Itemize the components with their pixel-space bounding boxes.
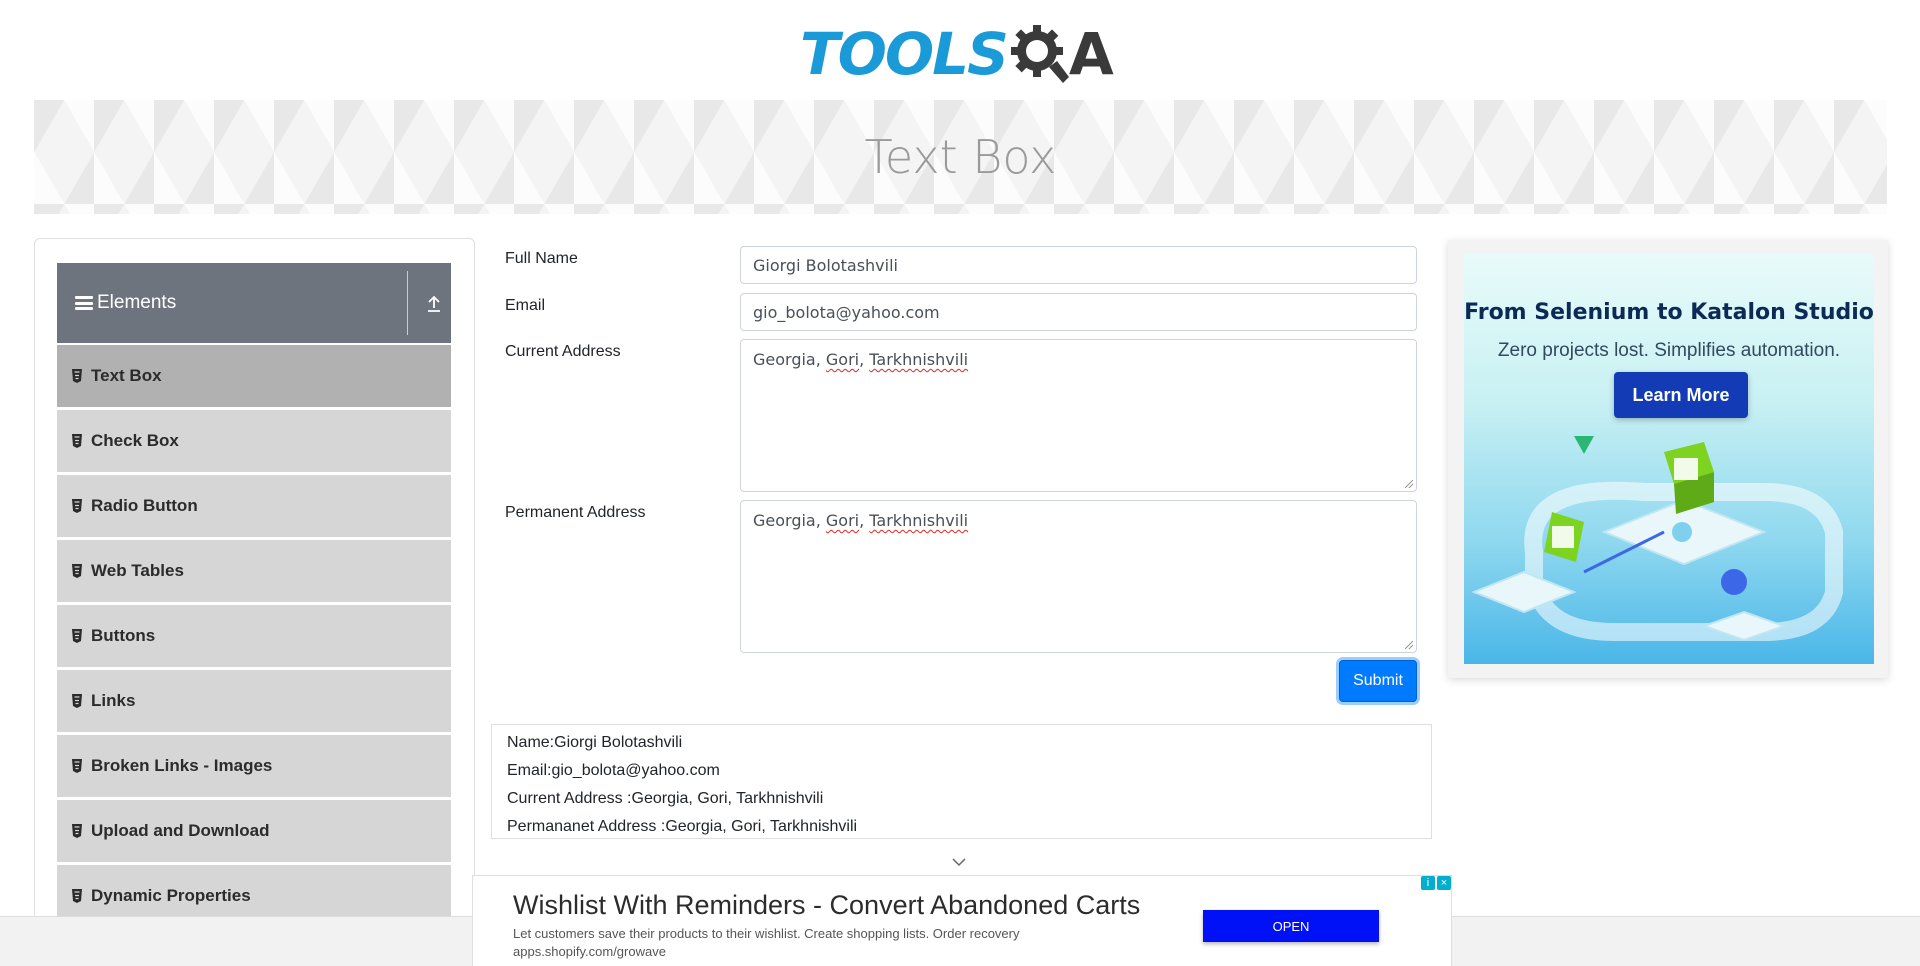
sidebar-item-broken-links-images[interactable]: Broken Links - Images	[57, 735, 451, 797]
ad-subheading: Zero projects lost. Simplifies automatio…	[1497, 340, 1841, 361]
info-icon[interactable]: i	[1421, 876, 1435, 890]
html5-icon	[72, 499, 82, 513]
sidebar-item-radio-button[interactable]: Radio Button	[57, 475, 451, 537]
email-input[interactable]: gio_bolota@yahoo.com	[740, 293, 1417, 331]
sidebar-item-label: Buttons	[91, 626, 156, 645]
sidebar-item-label: Radio Button	[91, 496, 198, 515]
sidebar-item-label: Web Tables	[91, 561, 184, 580]
open-button[interactable]: OPEN	[1203, 910, 1379, 942]
email-label: Email	[505, 297, 546, 314]
sidebar-item-buttons[interactable]: Buttons	[57, 605, 451, 667]
full-name-value: Giorgi Bolotashvili	[753, 255, 898, 275]
ad-creative: From Selenium to Katalon Studio Zero pro…	[1464, 254, 1874, 664]
group-title: Elements	[97, 292, 177, 313]
bottom-ad-title[interactable]: Wishlist With Reminders - Convert Abando…	[513, 890, 1140, 921]
close-icon[interactable]: ×	[1437, 876, 1451, 890]
permanent-address-textarea[interactable]: Georgia, Gori, Tarkhnishvili	[740, 500, 1417, 653]
resize-grip-icon[interactable]	[1405, 641, 1413, 649]
toolsqa-logo[interactable]: TOOLS A	[800, 18, 1130, 90]
sidebar-item-web-tables[interactable]: Web Tables	[57, 540, 451, 602]
elements-group-header[interactable]: Elements	[57, 263, 451, 343]
html5-icon	[72, 564, 82, 578]
full-name-input[interactable]: Giorgi Bolotashvili	[740, 246, 1417, 284]
hamburger-icon	[75, 296, 93, 310]
output-current-address: Current Address :Georgia, Gori, Tarkhnis…	[507, 790, 824, 807]
ad-choices[interactable]: i ×	[1421, 876, 1453, 892]
current-address-value: Georgia, Gori, Tarkhnishvili	[753, 350, 969, 369]
platform-illustration	[1471, 436, 1843, 642]
output-permanent-address: Permananet Address :Georgia, Gori, Tarkh…	[507, 818, 858, 835]
sidebar-panel: Elements Text Box Check Box Radio Button…	[34, 238, 475, 966]
html5-icon	[72, 889, 82, 903]
elements-menu: Text Box Check Box Radio Button Web Tabl…	[57, 345, 451, 930]
current-address-label: Current Address	[505, 343, 621, 360]
sidebar-item-label: Dynamic Properties	[91, 886, 251, 905]
logo-text-a: A	[1068, 20, 1114, 88]
bottom-ad[interactable]: Wishlist With Reminders - Convert Abando…	[472, 875, 1452, 966]
header-divider	[407, 271, 408, 335]
chevron-down-icon[interactable]	[951, 857, 967, 867]
page-banner: Text Box	[34, 100, 1887, 214]
sidebar-item-label: Upload and Download	[91, 821, 270, 840]
sidebar-item-text-box[interactable]: Text Box	[57, 345, 451, 407]
upload-arrow-icon[interactable]	[425, 293, 443, 313]
full-name-label: Full Name	[505, 250, 578, 267]
sidebar-item-links[interactable]: Links	[57, 670, 451, 732]
sidebar-item-check-box[interactable]: Check Box	[57, 410, 451, 472]
html5-icon	[72, 759, 82, 773]
output-name: Name:Giorgi Bolotashvili	[507, 734, 683, 751]
output-panel: Name:Giorgi Bolotashvili Email:gio_bolot…	[491, 724, 1432, 839]
katalon-ad[interactable]: From Selenium to Katalon Studio Zero pro…	[1448, 240, 1888, 678]
resize-grip-icon[interactable]	[1405, 480, 1413, 488]
email-value: gio_bolota@yahoo.com	[753, 302, 940, 322]
magnifier-gear-icon	[1010, 25, 1069, 83]
sidebar-item-label: Text Box	[91, 366, 162, 385]
logo-text-tools: TOOLS	[800, 20, 1009, 88]
html5-icon	[72, 694, 82, 708]
html5-icon	[72, 629, 82, 643]
learn-more-button[interactable]: Learn More	[1614, 372, 1748, 418]
submit-button[interactable]: Submit	[1339, 660, 1417, 702]
current-address-textarea[interactable]: Georgia, Gori, Tarkhnishvili	[740, 339, 1417, 492]
bottom-ad-description: Let customers save their products to the…	[513, 926, 1020, 941]
sidebar-item-label: Check Box	[91, 431, 179, 450]
sidebar-item-label: Broken Links - Images	[91, 756, 273, 775]
ad-heading: From Selenium to Katalon Studio	[1464, 300, 1874, 325]
html5-icon	[72, 824, 82, 838]
output-email: Email:gio_bolota@yahoo.com	[507, 762, 720, 779]
html5-icon	[72, 434, 82, 448]
html5-icon	[72, 369, 82, 383]
permanent-address-value: Georgia, Gori, Tarkhnishvili	[753, 511, 969, 530]
page-title: Text Box	[864, 130, 1057, 184]
sidebar-item-label: Links	[91, 691, 136, 710]
bottom-ad-url[interactable]: apps.shopify.com/growave	[513, 944, 666, 959]
sidebar-item-upload-and-download[interactable]: Upload and Download	[57, 800, 451, 862]
permanent-address-label: Permanent Address	[505, 504, 646, 521]
